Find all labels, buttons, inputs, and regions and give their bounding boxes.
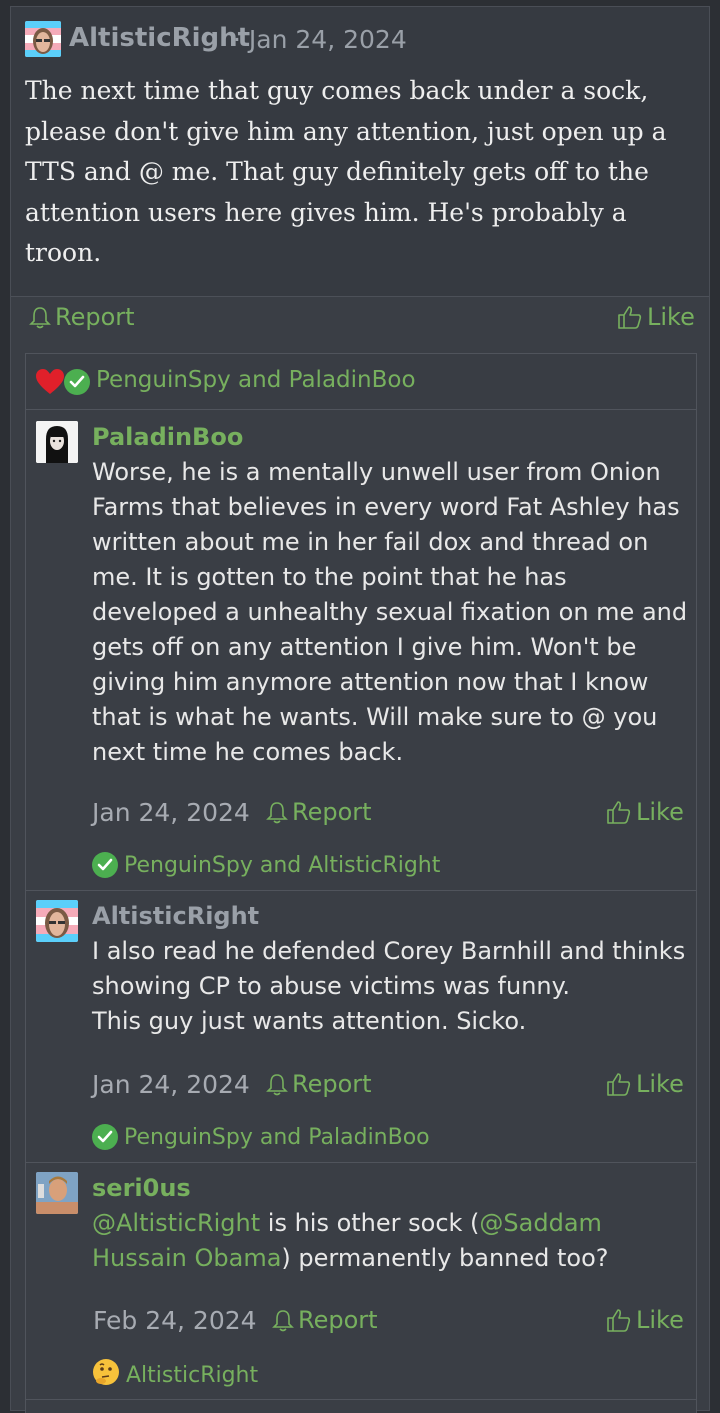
report-label: Report bbox=[292, 798, 372, 826]
like-label: Like bbox=[647, 303, 695, 331]
report-button[interactable]: Report bbox=[266, 798, 372, 826]
reply-text-end: ) permanently banned too? bbox=[281, 1244, 609, 1272]
reply-text: I also read he defended Corey Barnhill a… bbox=[92, 937, 686, 1035]
reply-item: AltisticRight I also read he defended Co… bbox=[26, 890, 696, 1163]
thinking-emoji-icon bbox=[92, 1358, 120, 1392]
like-label: Like bbox=[636, 1070, 684, 1098]
thumbs-up-icon bbox=[606, 799, 632, 825]
like-button[interactable]: Like bbox=[606, 798, 684, 826]
post-author[interactable]: AltisticRight bbox=[69, 23, 250, 53]
mention-link[interactable]: @AltisticRight bbox=[92, 1209, 260, 1237]
check-icon bbox=[92, 1124, 118, 1150]
reacted-by: AltisticRight bbox=[126, 1362, 259, 1388]
thumbs-up-icon bbox=[606, 1307, 632, 1333]
avatar[interactable] bbox=[36, 900, 78, 942]
reply-item: seri0us @AltisticRight is his other sock… bbox=[26, 1162, 696, 1400]
bell-icon bbox=[266, 800, 288, 824]
post-date[interactable]: Jan 24, 2024 bbox=[249, 25, 407, 54]
reacted-by: PenguinSpy and PaladinBoo bbox=[124, 1124, 430, 1150]
reply-reactions[interactable]: AltisticRight bbox=[92, 1358, 258, 1392]
like-button[interactable]: Like bbox=[617, 303, 695, 331]
reply-item: PaladinBoo Worse, he is a mentally unwel… bbox=[26, 409, 696, 891]
reply-text: Worse, he is a mentally unwell user from… bbox=[92, 458, 688, 766]
thread-post: AltisticRight · Jan 24, 2024 The next ti… bbox=[10, 6, 710, 1413]
like-label: Like bbox=[636, 798, 684, 826]
like-button[interactable]: Like bbox=[606, 1306, 684, 1334]
post-text: The next time that guy comes back under … bbox=[25, 76, 667, 267]
reactions-names[interactable]: PenguinSpy and PaladinBoo bbox=[96, 367, 416, 393]
post-meta: · Jan 24, 2024 bbox=[233, 25, 407, 54]
avatar[interactable] bbox=[25, 21, 61, 57]
thumbs-up-icon bbox=[617, 304, 643, 330]
reactions-bar[interactable]: PenguinSpy and PaladinBoo bbox=[26, 354, 696, 410]
reply-reactions[interactable]: PenguinSpy and PaladinBoo bbox=[92, 1124, 430, 1150]
report-button[interactable]: Report bbox=[29, 303, 135, 331]
reply-text-mid: is his other sock ( bbox=[260, 1209, 480, 1237]
like-label: Like bbox=[636, 1306, 684, 1334]
replies-container: PenguinSpy and PaladinBoo PaladinBoo Wor… bbox=[25, 353, 697, 1413]
thumbs-up-icon bbox=[606, 1071, 632, 1097]
reply-author[interactable]: PaladinBoo bbox=[92, 423, 243, 451]
avatar[interactable] bbox=[36, 1172, 78, 1214]
reply-date[interactable]: Jan 24, 2024 bbox=[92, 1070, 250, 1099]
reply-date[interactable]: Jan 24, 2024 bbox=[92, 798, 250, 827]
bell-icon bbox=[266, 1072, 288, 1096]
reply-reactions[interactable]: PenguinSpy and AltisticRight bbox=[92, 852, 440, 878]
reply-author[interactable]: AltisticRight bbox=[92, 902, 259, 930]
avatar[interactable] bbox=[36, 421, 78, 463]
bell-icon bbox=[272, 1308, 294, 1332]
like-button[interactable]: Like bbox=[606, 1070, 684, 1098]
post-body: AltisticRight · Jan 24, 2024 The next ti… bbox=[11, 7, 709, 297]
report-button[interactable]: Report bbox=[266, 1070, 372, 1098]
bell-icon bbox=[29, 305, 51, 329]
reply-date[interactable]: Feb 24, 2024 bbox=[93, 1306, 257, 1335]
meta-separator: · bbox=[233, 25, 241, 54]
check-icon bbox=[64, 369, 90, 395]
report-label: Report bbox=[55, 303, 135, 331]
heart-icon bbox=[35, 368, 65, 400]
reply-author[interactable]: seri0us bbox=[92, 1174, 191, 1202]
report-button[interactable]: Report bbox=[272, 1306, 378, 1334]
check-icon bbox=[92, 852, 118, 878]
reacted-by: PenguinSpy and AltisticRight bbox=[124, 852, 441, 878]
report-label: Report bbox=[298, 1306, 378, 1334]
reply-text: @AltisticRight is his other sock (@Sadda… bbox=[92, 1206, 692, 1276]
report-label: Report bbox=[292, 1070, 372, 1098]
